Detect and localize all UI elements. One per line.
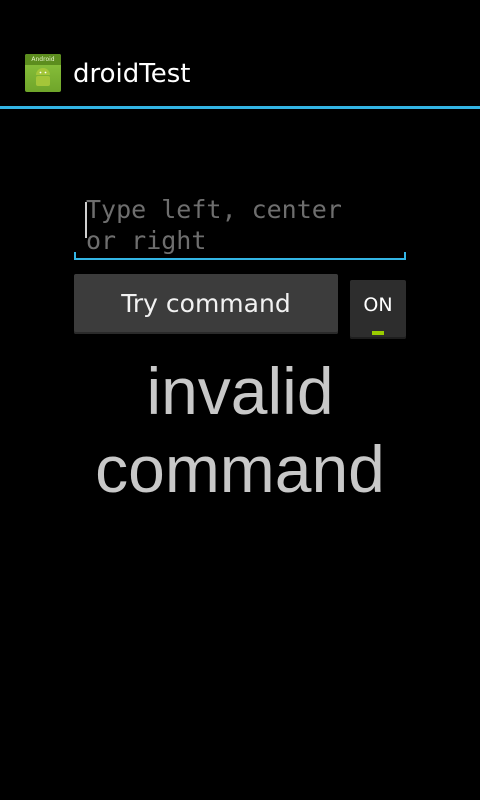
- command-input-placeholder: Type left, center or right: [86, 195, 357, 255]
- status-bar: [0, 0, 480, 39]
- android-robot-icon: Android: [25, 54, 61, 92]
- try-command-button[interactable]: Try command: [74, 274, 338, 334]
- app-title: droidTest: [73, 59, 191, 89]
- toggle-on-indicator: [372, 331, 384, 335]
- command-input[interactable]: Type left, center or right: [74, 190, 406, 260]
- result-text: invalid command: [95, 354, 385, 506]
- toggle-label: ON: [363, 294, 393, 316]
- action-bar: Android droidTest: [0, 38, 480, 109]
- app-icon-ribbon: Android: [25, 54, 61, 65]
- on-off-toggle-button[interactable]: ON: [350, 280, 406, 339]
